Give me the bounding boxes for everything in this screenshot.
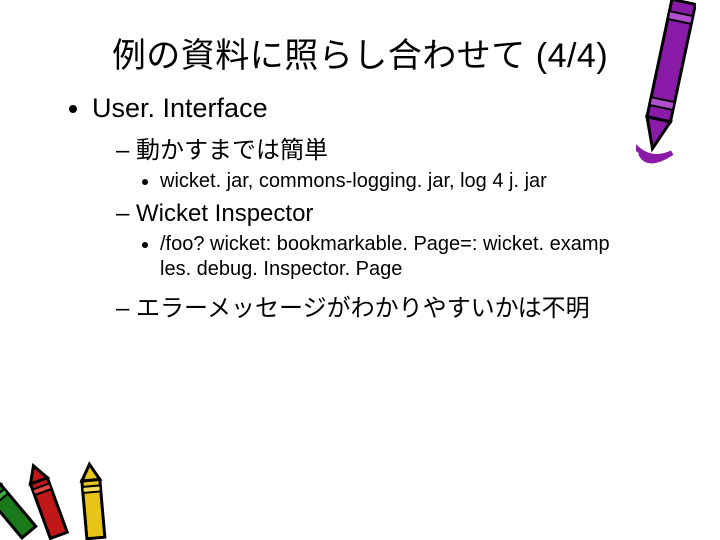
bullet-text: wicket. jar, commons-logging. jar, log 4…: [160, 170, 547, 192]
crayon-group-icon: [0, 450, 130, 540]
list-item: wicket. jar, commons-logging. jar, log 4…: [160, 169, 680, 194]
bullet-list-level1: User. Interface 動かすまでは簡単 wicket. jar, co…: [40, 93, 680, 323]
list-item: User. Interface 動かすまでは簡単 wicket. jar, co…: [92, 93, 680, 323]
bullet-text: Wicket Inspector: [136, 200, 313, 227]
slide-title: 例の資料に照らし合わせて (4/4): [40, 28, 680, 77]
list-item: 動かすまでは簡単 wicket. jar, commons-logging. j…: [116, 130, 680, 194]
bullet-list-level3: /foo? wicket: bookmarkable. Page=: wicke…: [116, 232, 680, 282]
bullet-text: /foo? wicket: bookmarkable. Page=: wicke…: [160, 233, 610, 255]
bullet-list-level2: 動かすまでは簡単 wicket. jar, commons-logging. j…: [92, 130, 680, 323]
bullet-text: 動かすまでは簡単: [136, 137, 328, 164]
bullet-text: User. Interface: [92, 93, 268, 123]
list-item: エラーメッセージがわかりやすいかは不明: [116, 288, 680, 323]
bullet-text: エラーメッセージがわかりやすいかは不明: [136, 295, 590, 322]
slide: 例の資料に照らし合わせて (4/4) User. Interface 動かすまで…: [0, 0, 720, 540]
list-item: Wicket Inspector /foo? wicket: bookmarka…: [116, 200, 680, 282]
list-item: /foo? wicket: bookmarkable. Page=: wicke…: [160, 232, 680, 282]
crayon-icon: [636, 0, 696, 170]
bullet-text-continuation: les. debug. Inspector. Page: [160, 257, 680, 282]
bullet-list-level3: wicket. jar, commons-logging. jar, log 4…: [116, 169, 680, 194]
